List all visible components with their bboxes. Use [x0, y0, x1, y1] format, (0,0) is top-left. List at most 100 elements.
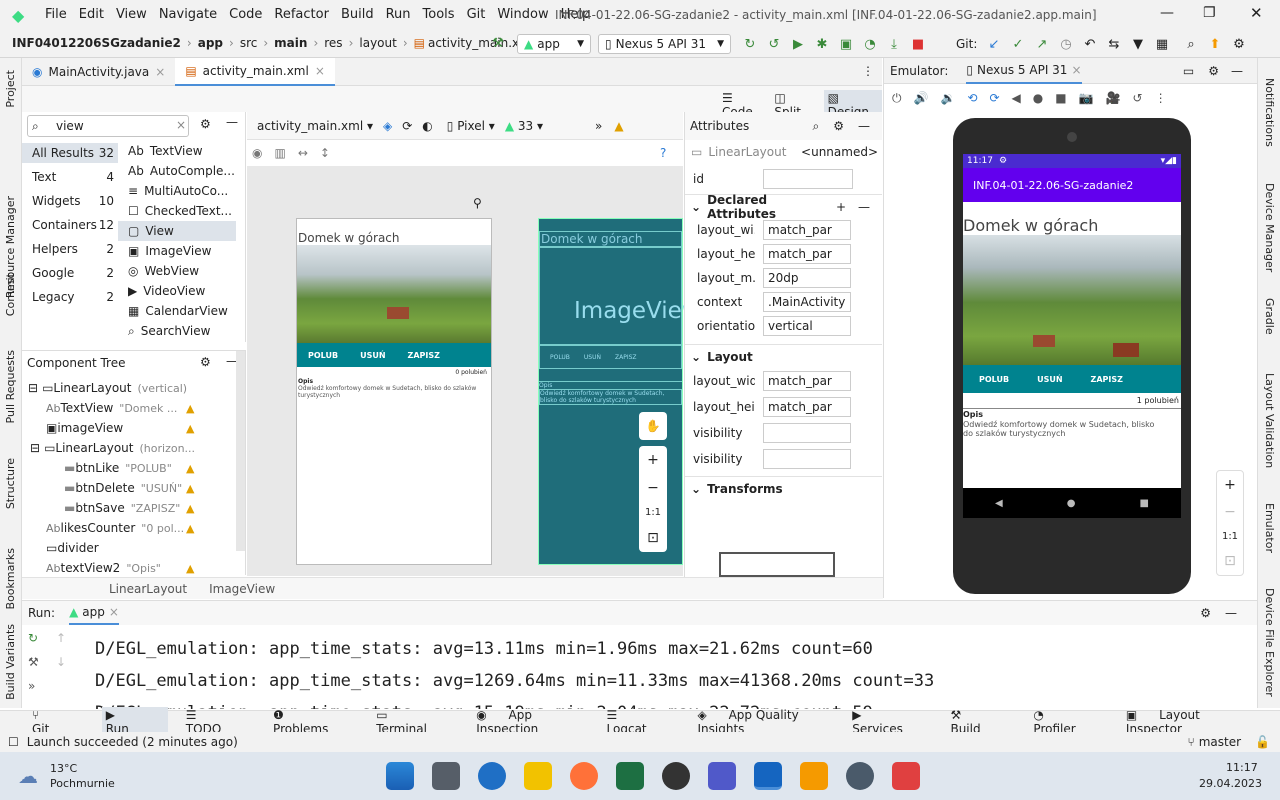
- file-explorer-icon[interactable]: [524, 762, 552, 790]
- tree-node[interactable]: Ab TextView "Domek ... ▲: [22, 398, 236, 418]
- attr-value[interactable]: [763, 449, 851, 469]
- remove-icon[interactable]: —: [858, 200, 870, 214]
- power-icon[interactable]: ⏻: [892, 91, 902, 106]
- tab-mainactivity[interactable]: ◉ MainActivity.java ×: [22, 58, 175, 86]
- tool-bookmarks[interactable]: Bookmarks: [4, 548, 17, 609]
- volume-down-icon[interactable]: 🔉: [940, 91, 955, 105]
- tool-build-variants[interactable]: Build Variants: [4, 624, 17, 700]
- add-icon[interactable]: +: [836, 200, 846, 214]
- tree-node[interactable]: Ab likesCounter "0 pol... ▲: [22, 518, 236, 538]
- weather-temp[interactable]: 13°C: [50, 762, 77, 775]
- design-preview[interactable]: Domek w górach POLUB USUŃ ZAPISZ 0 polub…: [296, 218, 492, 565]
- tool-device-manager[interactable]: Device Manager: [1263, 183, 1276, 272]
- emulator-device-tab[interactable]: ▯ Nexus 5 API 31 ×: [966, 58, 1082, 84]
- hide-icon[interactable]: —: [226, 115, 238, 129]
- layout-header[interactable]: ⌄ Layout: [685, 344, 882, 368]
- rotate-left-icon[interactable]: ⟲: [967, 91, 977, 105]
- zoom-actual-button[interactable]: 1:1: [1222, 531, 1238, 542]
- palette-item[interactable]: ☐ CheckedText...: [118, 201, 236, 221]
- tool-commit[interactable]: Commit: [4, 273, 17, 316]
- tree-node[interactable]: ▬ btnLike "POLUB" ▲: [22, 458, 236, 478]
- attr-value[interactable]: .MainActivity: [763, 292, 851, 312]
- category-all-results[interactable]: All Results 32: [22, 143, 118, 163]
- category-google[interactable]: Google 2: [22, 263, 118, 283]
- eye-icon[interactable]: ◉: [252, 146, 262, 160]
- menu-navigate[interactable]: Navigate: [159, 7, 217, 22]
- maximize-icon[interactable]: ❐: [1203, 5, 1216, 21]
- device-select[interactable]: ▯ Nexus 5 API 31 ▼: [598, 34, 731, 54]
- more-icon[interactable]: »: [595, 119, 602, 133]
- menu-git[interactable]: Git: [467, 7, 486, 22]
- close-icon[interactable]: ×: [155, 65, 165, 79]
- volume-up-icon[interactable]: 🔊: [914, 91, 929, 105]
- search-icon[interactable]: ⌕: [1182, 35, 1200, 53]
- api-level-select[interactable]: ▲ 33 ▾: [505, 119, 543, 133]
- warning-icon[interactable]: ▲: [186, 482, 194, 495]
- arrow-down-icon[interactable]: ↓: [56, 655, 66, 669]
- start-icon[interactable]: [386, 762, 414, 790]
- scrollbar[interactable]: [236, 351, 245, 551]
- attr-value[interactable]: 20dp: [763, 268, 851, 288]
- arrow-up-icon[interactable]: ↑: [56, 631, 66, 645]
- close-icon[interactable]: ✕: [1250, 4, 1263, 22]
- hammer-icon[interactable]: ⚒: [489, 34, 507, 52]
- category-helpers[interactable]: Helpers 2: [22, 239, 118, 259]
- design-surface-icon[interactable]: ◈: [383, 119, 392, 133]
- palette-item[interactable]: ▶ VideoView: [118, 281, 236, 301]
- minimize-icon[interactable]: —: [1160, 5, 1174, 21]
- excel-icon[interactable]: [616, 762, 644, 790]
- menu-edit[interactable]: Edit: [79, 7, 104, 22]
- attr-value[interactable]: match_par: [763, 220, 851, 240]
- git-push-icon[interactable]: ↗: [1033, 35, 1051, 53]
- window-icon[interactable]: ▭: [1183, 64, 1194, 78]
- tab-activity-main[interactable]: ▤ activity_main.xml ×: [175, 57, 335, 86]
- screenshot-icon[interactable]: 📷: [1079, 91, 1094, 105]
- history-icon[interactable]: ◷: [1057, 35, 1075, 53]
- record-icon[interactable]: 🎥: [1106, 91, 1121, 105]
- phone-button-polub[interactable]: POLUB: [965, 375, 1023, 384]
- zoom-fit-icon[interactable]: ⊡: [647, 530, 659, 546]
- warning-icon[interactable]: ▲: [186, 422, 194, 435]
- palette-item[interactable]: Ab TextView: [118, 141, 236, 161]
- gear-icon[interactable]: ⚙: [200, 355, 211, 369]
- snapshot-icon[interactable]: ↺: [1133, 91, 1143, 105]
- wrench-icon[interactable]: ⚲: [473, 196, 482, 210]
- menu-build[interactable]: Build: [341, 7, 374, 22]
- home-icon[interactable]: ●: [1033, 91, 1043, 105]
- rerun-icon[interactable]: ↻: [28, 631, 39, 645]
- nav-recents-icon[interactable]: ■: [1140, 498, 1149, 509]
- zoom-fit-icon[interactable]: ⊡: [1224, 553, 1236, 569]
- phone-button-zapisz[interactable]: ZAPISZ: [1077, 375, 1137, 384]
- nav-back-icon[interactable]: ◀: [995, 498, 1003, 509]
- zoom-out-button[interactable]: −: [647, 480, 659, 496]
- lock-icon[interactable]: 🔓: [1255, 735, 1270, 749]
- palette-search-input[interactable]: ⌕ view ×: [27, 115, 189, 137]
- tool-notifications[interactable]: Notifications: [1263, 78, 1276, 147]
- git-branch[interactable]: master: [1199, 735, 1241, 749]
- id-input[interactable]: [763, 169, 853, 189]
- nav-home-icon[interactable]: ●: [1067, 498, 1076, 509]
- clock-time[interactable]: 11:17: [1226, 761, 1258, 774]
- settings-icon[interactable]: [846, 762, 874, 790]
- crumb-res[interactable]: res: [324, 36, 342, 50]
- close-icon[interactable]: ×: [109, 605, 119, 619]
- menu-tools[interactable]: Tools: [423, 7, 455, 22]
- tree-node[interactable]: ⊟ ▭ LinearLayout (horizon...: [22, 438, 236, 458]
- tree-node[interactable]: Ab textView2 "Opis" ▲: [22, 558, 236, 578]
- vertical-constraint-icon[interactable]: ↕: [320, 146, 330, 160]
- orientation-icon[interactable]: ⟳: [402, 119, 412, 133]
- crumb-layout[interactable]: layout: [359, 36, 396, 50]
- phone-screen[interactable]: 11:17 ⚙ ▾◢▮ INF.04-01-22.06-SG-zadanie2 Do…: [963, 154, 1181, 518]
- phone-button-usun[interactable]: USUŃ: [1023, 375, 1076, 384]
- crumb-src[interactable]: src: [240, 36, 258, 50]
- back-icon[interactable]: ◀: [1012, 91, 1021, 105]
- tool-gradle[interactable]: Gradle: [1263, 298, 1276, 335]
- settings-icon[interactable]: ⚙: [1230, 35, 1248, 53]
- hide-icon[interactable]: —: [858, 119, 870, 133]
- tool-emulator[interactable]: Emulator: [1263, 503, 1276, 553]
- night-mode-icon[interactable]: ◐: [422, 119, 432, 133]
- device-mirror-icon[interactable]: ⇆: [1105, 35, 1123, 53]
- breadcrumb-item[interactable]: ImageView: [209, 582, 275, 596]
- overview-icon[interactable]: ■: [1055, 91, 1066, 105]
- snipping-tool-icon[interactable]: [892, 762, 920, 790]
